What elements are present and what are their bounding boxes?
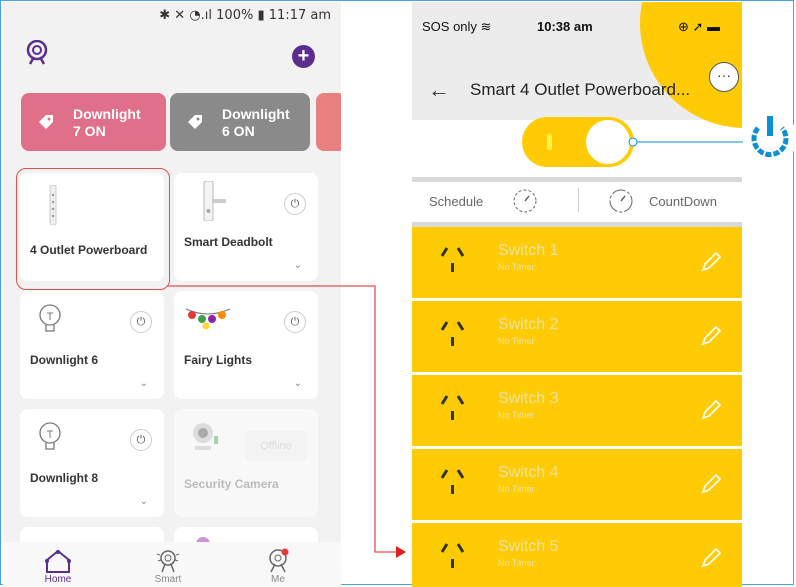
battery-percent: 100% [216,8,254,23]
scene-title: Downlight [222,106,290,122]
deadbolt-icon [203,181,226,221]
socket-icon [440,543,465,568]
nav-label: Me [271,574,285,585]
device-name: Downlight 8 [30,471,98,485]
switch-timer: No Timer [498,336,535,346]
socket-icon [440,469,465,494]
power-button[interactable]: ⏻ [130,311,152,333]
device-card-downlight-8[interactable]: ⏻ Downlight 8 ⌄ [20,409,164,517]
bulb-icon [39,304,61,332]
scene-card-downlight-6[interactable]: Downlight 6 ON [170,93,310,151]
switch-name: Switch 1 [498,242,559,259]
switch-name: Switch 2 [498,316,559,333]
scene-status: 6 ON [222,123,255,139]
master-power-toggle[interactable] [522,117,634,167]
toggle-indicator [547,134,552,150]
power-icon [743,111,796,165]
battery-icon: ▮ [257,8,265,23]
tag-icon [188,115,202,129]
carrier-status: SOS only ≋ [422,19,492,34]
scene-title: Downlight [73,106,141,122]
signal-icon: ◔.ıl [189,8,213,23]
switch-timer: No Timer [498,410,535,420]
nav-label: Home [44,574,72,585]
chevron-down-icon[interactable]: ⌄ [294,260,302,271]
add-device-button[interactable]: + [292,45,315,68]
scene-card-partial[interactable] [316,93,341,151]
switch-row[interactable]: Switch 4 No Timer [412,449,742,520]
device-card-downlight-6[interactable]: ⏻ Downlight 6 ⌄ [20,291,164,399]
edit-pencil-icon[interactable] [700,399,722,421]
switch-timer: No Timer [498,262,535,272]
connector-arrow [167,285,406,558]
right-clock: 10:38 am [537,19,593,34]
device-name: Smart Deadbolt [184,235,273,249]
mute-icon: ✕ [174,8,186,23]
switch-name: Switch 3 [498,390,559,407]
schedule-timer-icon[interactable] [512,188,538,214]
edit-pencil-icon[interactable] [700,251,722,273]
schedule-bar: Schedule CountDown [412,182,742,224]
scene-card-downlight-7[interactable]: Downlight 7 ON [21,93,166,151]
edit-pencil-icon[interactable] [700,473,722,495]
left-status-bar: ✱ ✕ ◔.ıl 100% ▮ 11:17 am [159,8,331,23]
highlight-box [16,168,170,290]
callout-line [628,137,743,147]
switch-row[interactable]: Switch 3 No Timer [412,375,742,446]
socket-icon [440,247,465,272]
nav-label: Smart [154,574,182,585]
socket-icon [440,395,465,420]
power-button[interactable]: ⏻ [284,193,306,215]
device-header: SOS only ≋ 10:38 am ⊕ ➚ ▬ ← Smart 4 Outl… [412,2,742,128]
power-button[interactable]: ⏻ [130,429,152,451]
device-name: Downlight 6 [30,353,98,367]
more-options-icon[interactable]: ··· [709,62,739,92]
bulb-icon [39,422,61,450]
edit-pencil-icon[interactable] [700,325,722,347]
bluetooth-icon: ✱ [159,8,171,23]
app-logo-icon[interactable] [25,40,49,66]
separator [578,188,579,212]
switch-name: Switch 5 [498,538,559,555]
switch-timer: No Timer [498,484,535,494]
switch-row[interactable]: Switch 1 No Timer [412,227,742,298]
tag-icon [39,115,53,129]
right-phone-device-screen: SOS only ≋ 10:38 am ⊕ ➚ ▬ ← Smart 4 Outl… [412,2,742,587]
schedule-label[interactable]: Schedule [429,194,483,209]
page-title: Smart 4 Outlet Powerboard... [470,80,691,99]
switch-row[interactable]: Switch 5 No Timer [412,523,742,587]
switch-timer: No Timer [498,558,535,568]
wifi-icon: ≋ [480,19,492,34]
device-card-deadbolt[interactable]: ⏻ Smart Deadbolt ⌄ [174,173,318,281]
socket-icon [440,321,465,346]
back-arrow-icon[interactable]: ← [428,77,450,103]
edit-pencil-icon[interactable] [700,547,722,569]
nav-home[interactable]: Home [28,548,88,585]
left-clock: 11:17 am [268,8,331,23]
status-icons: ⊕ ➚ ▬ [678,19,721,34]
chevron-down-icon[interactable]: ⌄ [140,496,148,507]
countdown-timer-icon[interactable] [608,188,634,214]
switch-row[interactable]: Switch 2 No Timer [412,301,742,372]
chevron-down-icon[interactable]: ⌄ [140,378,148,389]
switch-name: Switch 4 [498,464,559,481]
toggle-knob [586,120,630,164]
countdown-label[interactable]: CountDown [649,194,717,209]
scene-status: 7 ON [73,123,106,139]
home-icon [45,549,71,573]
